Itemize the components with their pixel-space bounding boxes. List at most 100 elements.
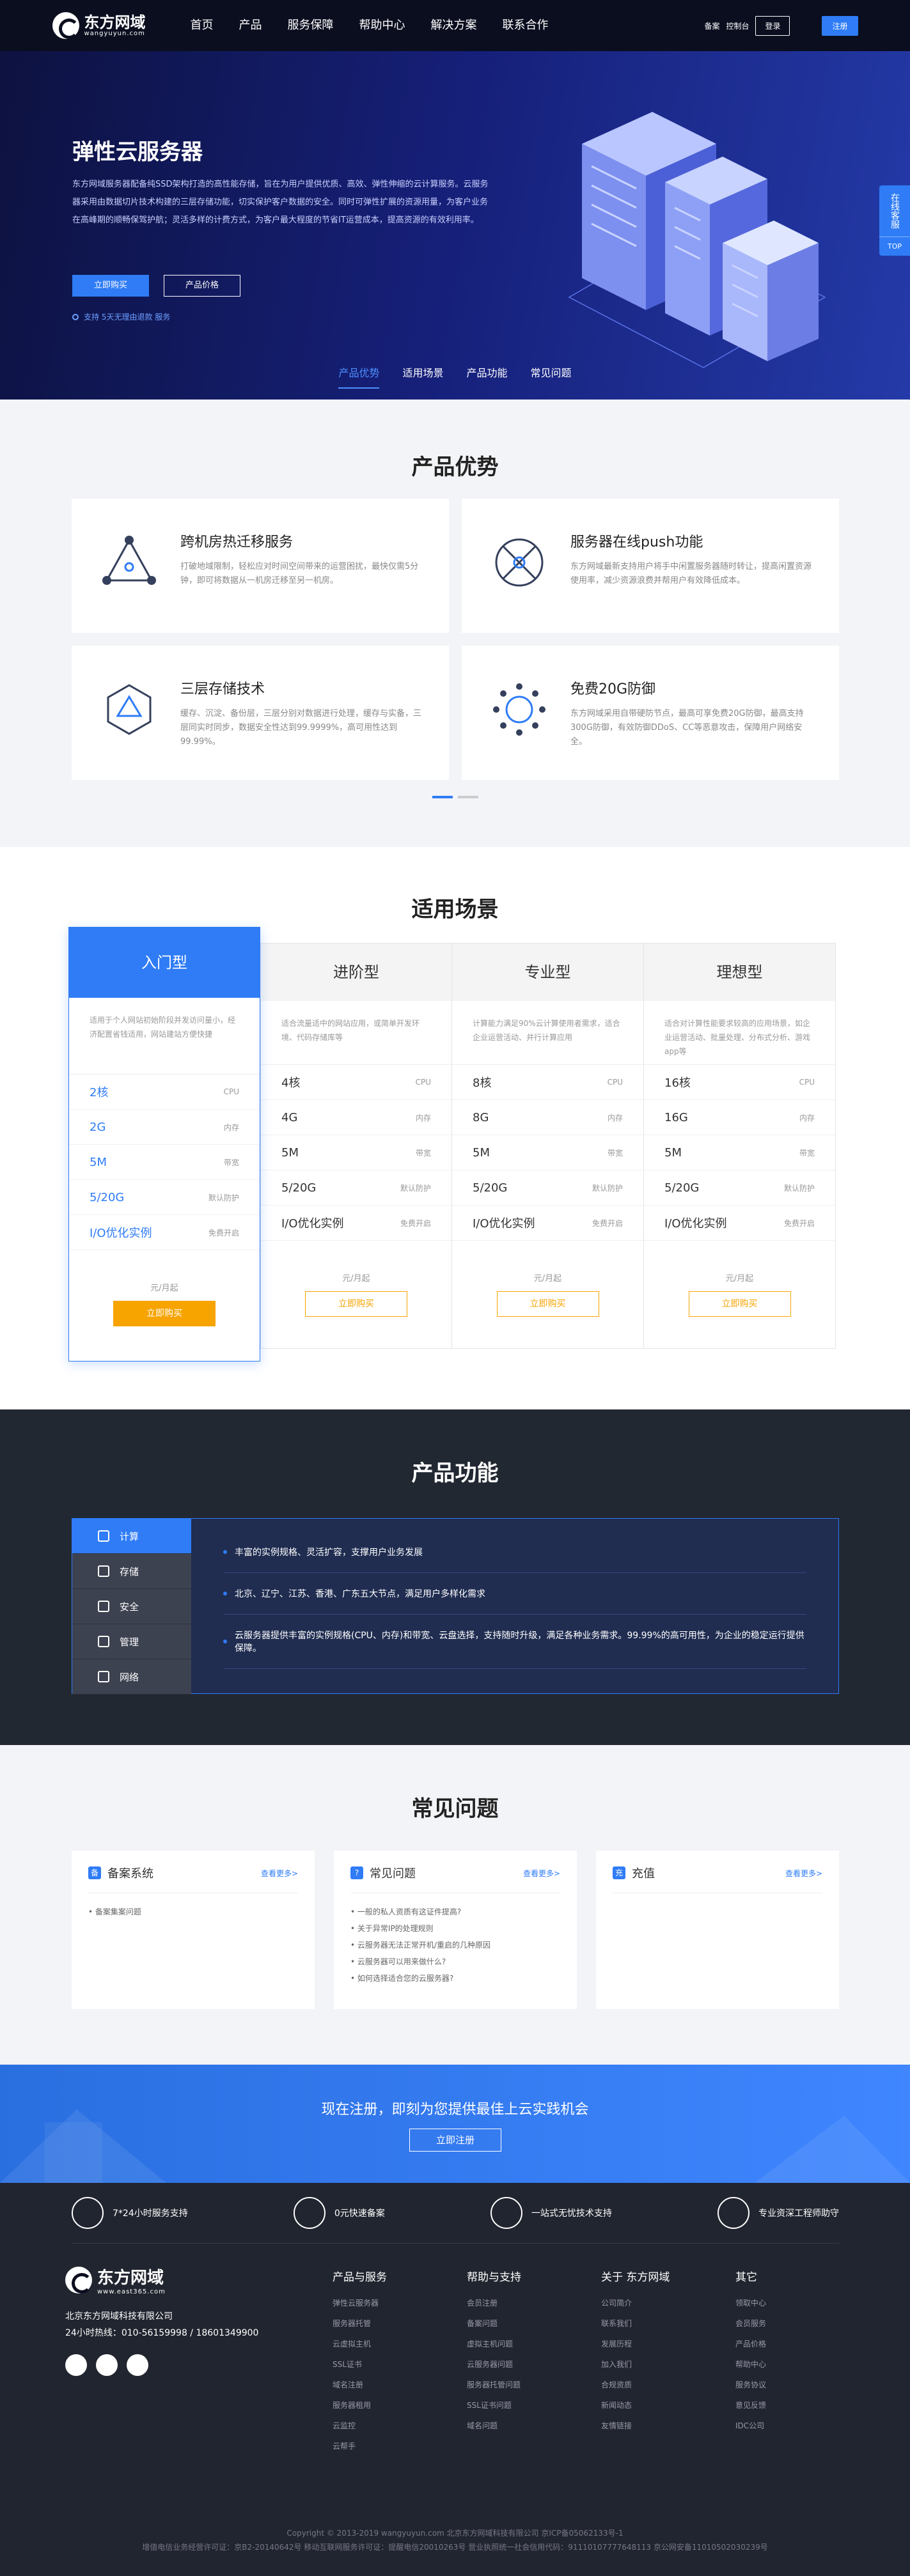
footer-link[interactable]: 加入我们 [601,2354,703,2375]
plan-buy-button[interactable]: 立即购买 [113,1301,216,1326]
view-more-link[interactable]: 查看更多> [261,1868,298,1879]
footer-link[interactable]: 产品价格 [735,2334,838,2354]
footer-link[interactable]: IDC公司 [735,2416,838,2436]
spec-label: 带宽 [223,1158,239,1167]
plan-name: 入门型 [69,927,260,998]
footer-link[interactable]: 友情链接 [601,2416,703,2436]
login-button[interactable]: 登录 [755,15,790,36]
footer-link[interactable]: 公司简介 [601,2293,703,2313]
tab-security[interactable]: 安全 [72,1589,191,1624]
footer-link[interactable]: 发展历程 [601,2334,703,2354]
scenarios-section: 适用场景 入门型 适用于个人网站初始阶段并发访问量小，经济配置省钱适用，网站建站… [0,847,910,1409]
register-button[interactable]: 注册 [822,15,858,36]
footer-link[interactable]: 意见反馈 [735,2395,838,2416]
faq-item[interactable]: 如何选择适合您的云服务器? [350,1970,560,1987]
spec-label: 带宽 [607,1148,623,1158]
weibo-icon[interactable] [96,2354,118,2376]
plan-buy-button[interactable]: 立即购买 [305,1291,407,1317]
footer-link[interactable]: 帮助中心 [735,2354,838,2375]
faq-item[interactable]: 备案集案问题 [88,1904,298,1920]
plan-spec-row: 4核 CPU [261,1065,451,1100]
spec-label: 免费开启 [783,1218,815,1228]
tab-network[interactable]: 网络 [72,1659,191,1695]
footer-link[interactable]: 合规资质 [601,2375,703,2395]
spec-value: 4G [281,1110,298,1124]
plan-price: 元/月起 [725,1274,754,1284]
footer-column-title: 其它 [735,2271,757,2284]
footer-link[interactable]: 云监控 [333,2416,435,2436]
nav-contact[interactable]: 联系合作 [490,0,561,51]
faq-item[interactable]: 云服务器可以用来做什么? [350,1953,560,1970]
spec-value: 5/20G [664,1181,700,1195]
footer-link[interactable]: 云虚拟主机 [333,2334,435,2354]
tab-storage[interactable]: 存储 [72,1554,191,1589]
advantage-title: 三层存储技术 [180,681,265,697]
info-circle-icon [72,313,79,320]
faq-item[interactable]: 关于异常IP的处理规则 [350,1920,560,1937]
footer-link[interactable]: 服务器租用 [333,2395,435,2416]
footer-link[interactable]: 云帮手 [333,2436,435,2456]
faq-category-icon: ? [350,1866,363,1879]
function-tabs: 计算 存储 安全 管理 网络 [72,1519,191,1695]
circle-x-network-icon [495,538,544,587]
console-link[interactable]: 控制台 [726,20,749,31]
view-more-link[interactable]: 查看更多> [785,1868,822,1879]
view-more-link[interactable]: 查看更多> [523,1868,560,1879]
carousel-dot[interactable] [432,796,453,798]
faq-item[interactable]: 一般的私人资质有这证件提高? [350,1904,560,1920]
main-nav: 首页 产品 服务保障 帮助中心 解决方案 联系合作 [178,0,561,51]
nav-service[interactable]: 服务保障 [275,0,347,51]
spec-value: 5M [664,1145,682,1160]
spec-value: 2G [90,1120,106,1134]
nav-products[interactable]: 产品 [226,0,275,51]
price-button[interactable]: 产品价格 [164,275,240,297]
network-icon [98,1671,109,1682]
beian-link[interactable]: 备案 [704,20,719,31]
online-service-float[interactable]: 在线客服 TOP [879,185,910,256]
plan-buy-button[interactable]: 立即购买 [688,1291,791,1317]
qq-icon[interactable] [65,2354,87,2376]
tab-functions[interactable]: 产品功能 [467,364,508,389]
footer-link[interactable]: 服务器托管 [333,2313,435,2334]
nav-home[interactable]: 首页 [178,0,226,51]
nav-help[interactable]: 帮助中心 [347,0,418,51]
faq-card-title: 充值 [632,1867,655,1881]
footer-column-title: 产品与服务 [333,2271,387,2284]
footer-link[interactable]: 弹性云服务器 [333,2293,435,2313]
register-now-button[interactable]: 立即注册 [409,2129,501,2152]
footer-link[interactable]: SSL证书 [333,2354,435,2375]
tab-management[interactable]: 管理 [72,1624,191,1659]
footer-link[interactable]: 域名问题 [467,2416,569,2436]
footer-link[interactable]: 联系我们 [601,2313,703,2334]
footer-link[interactable]: 服务器托管问题 [467,2375,569,2395]
online-service-label[interactable]: 在线客服 [879,185,910,237]
tab-compute[interactable]: 计算 [72,1519,191,1554]
advantage-title: 免费20G防御 [570,681,656,697]
tab-faq[interactable]: 常见问题 [531,364,572,389]
plan-buy-button[interactable]: 立即购买 [496,1291,599,1317]
footer-link[interactable]: 会员服务 [735,2313,838,2334]
tab-advantages[interactable]: 产品优势 [338,364,380,389]
site-logo[interactable]: 东方网域 wangyuyun.com [52,12,155,39]
footer-link[interactable]: 域名注册 [333,2375,435,2395]
faq-item[interactable]: 云服务器无法正常开机/重启的几种原因 [350,1937,560,1953]
footer-link[interactable]: 新闻动态 [601,2395,703,2416]
functions-panel: 计算 存储 安全 管理 网络 丰富的实例规格、灵活扩容，支撑用户业务发展 北京、… [72,1518,839,1695]
back-to-top-button[interactable]: TOP [879,237,910,256]
footer-link[interactable]: SSL证书问题 [467,2395,569,2416]
nav-solutions[interactable]: 解决方案 [418,0,490,51]
footer-logo[interactable]: 东方网域 www.east365.com [65,2265,258,2295]
footer-link[interactable]: 备案问题 [467,2313,569,2334]
footer-link[interactable]: 虚拟主机问题 [467,2334,569,2354]
footer-link[interactable]: 云服务器问题 [467,2354,569,2375]
footer-link[interactable]: 领取中心 [735,2293,838,2313]
footer-link[interactable]: 服务协议 [735,2375,838,2395]
tab-scenarios[interactable]: 适用场景 [402,364,443,389]
footer-link[interactable]: 会员注册 [467,2293,569,2313]
carousel-dot[interactable] [457,796,478,798]
spec-value: 8核 [473,1076,492,1090]
buy-now-button[interactable]: 立即购买 [72,275,149,297]
copyright-line: Copyright © 2013-2019 wangyuyun.com 北京东方… [286,2529,624,2538]
mail-icon[interactable] [127,2354,148,2376]
footer-logo-sub: www.east365.com [97,2288,166,2295]
